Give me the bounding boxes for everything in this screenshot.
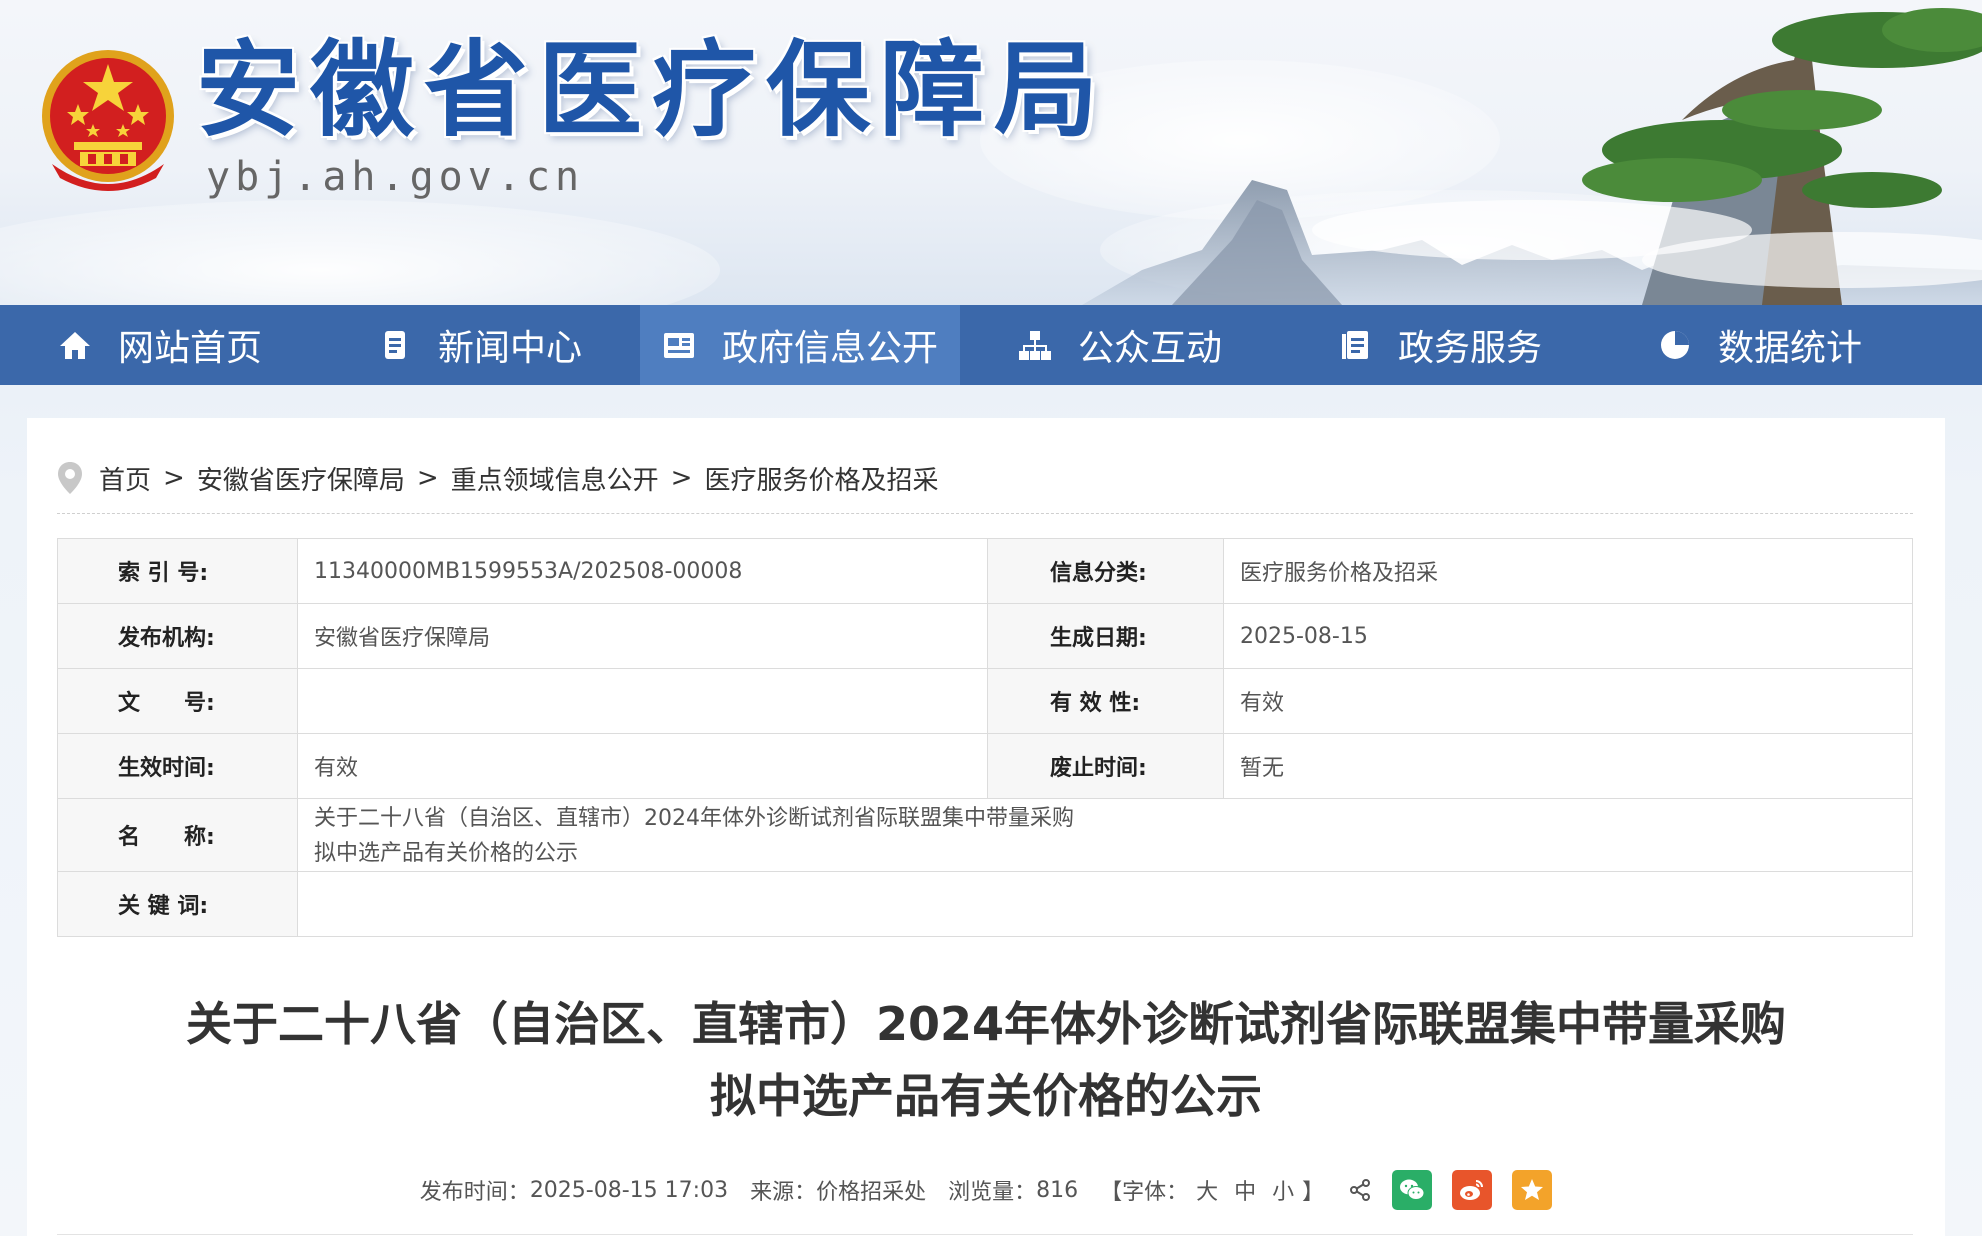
newspaper-icon (662, 328, 696, 362)
font-size-medium-button[interactable]: 中 (1234, 1174, 1256, 1206)
name-line: 关于二十八省（自治区、直辖市）2024年体外诊断试剂省际联盟集中带量采购 (314, 806, 1074, 831)
expire-label: 废止时间: (987, 733, 1224, 799)
font-size-open: 【字体： (1100, 1180, 1189, 1205)
validity-label: 有 效 性: (987, 668, 1224, 734)
nav-item-label: 政务服务 (1397, 328, 1542, 369)
nav-item-news[interactable]: 新闻中心 (320, 305, 640, 385)
breadcrumb-link-key-areas[interactable]: 重点领域信息公开 (451, 460, 659, 497)
favorite-button[interactable] (1512, 1170, 1553, 1210)
pie-chart-icon (1658, 328, 1692, 362)
wechat-icon (1400, 1179, 1425, 1200)
breadcrumb-divider (57, 513, 1913, 514)
name-line: 拟中选产品有关价格的公示 (314, 841, 579, 866)
info-row: 关 键 词: (57, 871, 1913, 937)
effective-value: 有效 (297, 733, 988, 799)
breadcrumb-link-home[interactable]: 首页 (99, 460, 151, 497)
breadcrumb-link-pricing[interactable]: 医疗服务价格及招采 (704, 460, 938, 497)
info-row: 发布机构: 安徽省医疗保障局 生成日期: 2025-08-15 (57, 603, 1913, 669)
nav-item-label: 数据统计 (1717, 328, 1862, 369)
article-title-line: 关于二十八省（自治区、直辖市）2024年体外诊断试剂省际联盟集中带量采购 (185, 997, 1787, 1051)
site-title: 安徽省医疗保障局 (196, 28, 1109, 151)
nav-item-services[interactable]: 政务服务 (1280, 305, 1600, 385)
font-size-close: 】 (1302, 1180, 1325, 1205)
nav-item-home[interactable]: 网站首页 (0, 305, 320, 385)
meta-divider (57, 1234, 1913, 1235)
name-value: 关于二十八省（自治区、直辖市）2024年体外诊断试剂省际联盟集中带量采购 拟中选… (297, 798, 1913, 872)
document-info-table: 索 引 号: 11340000MB1599553A/202508-00008 信… (57, 538, 1913, 937)
keywords-value (297, 871, 1913, 937)
breadcrumb-separator: > (670, 463, 693, 493)
nav-item-label: 网站首页 (117, 328, 262, 369)
category-value: 医疗服务价格及招采 (1223, 538, 1913, 604)
source-label: 来源： (750, 1180, 817, 1205)
nav-item-statistics[interactable]: 数据统计 (1600, 305, 1920, 385)
content-panel: 首页 > 安徽省医疗保障局 > 重点领域信息公开 > 医疗服务价格及招采 索 引… (27, 418, 1945, 1236)
clipboard-icon (1338, 328, 1372, 362)
expire-value: 暂无 (1223, 733, 1913, 799)
main-nav: 网站首页 新闻中心 政府信息公开 公众互动 政务服务 数据统计 (0, 305, 1982, 385)
views-count: 816 (1036, 1177, 1079, 1203)
index-value: 11340000MB1599553A/202508-00008 (297, 538, 988, 604)
nav-item-label: 新闻中心 (437, 328, 582, 369)
info-row: 索 引 号: 11340000MB1599553A/202508-00008 信… (57, 538, 1913, 604)
article-meta: 发布时间： 2025-08-15 17:03 来源： 价格招采处 浏览量： 81… (27, 1170, 1945, 1210)
effective-label: 生效时间: (57, 733, 298, 799)
article-title: 关于二十八省（自治区、直辖市）2024年体外诊断试剂省际联盟集中带量采购 拟中选… (27, 988, 1945, 1132)
publish-label: 发布时间： (419, 1180, 530, 1205)
info-row: 生效时间: 有效 废止时间: 暂无 (57, 733, 1913, 799)
publisher-value: 安徽省医疗保障局 (297, 603, 988, 669)
breadcrumb-link-bureau[interactable]: 安徽省医疗保障局 (197, 460, 405, 497)
font-size-small-button[interactable]: 小 (1272, 1174, 1294, 1206)
name-label: 名 称: (57, 798, 298, 872)
date-value: 2025-08-15 (1223, 603, 1913, 669)
breadcrumb: 首页 > 安徽省医疗保障局 > 重点领域信息公开 > 医疗服务价格及招采 (57, 458, 938, 498)
views-label: 浏览量： (948, 1180, 1037, 1205)
source-value: 价格招采处 (816, 1180, 927, 1205)
weibo-icon (1460, 1180, 1484, 1200)
sitemap-icon (1018, 328, 1052, 362)
publisher-label: 发布机构: (57, 603, 298, 669)
keywords-label: 关 键 词: (57, 871, 298, 937)
font-size-large-button[interactable]: 大 (1196, 1174, 1218, 1206)
breadcrumb-separator: > (163, 463, 185, 493)
favorite-icon (1521, 1179, 1544, 1200)
date-label: 生成日期: (987, 603, 1224, 669)
home-icon (58, 328, 92, 362)
national-emblem-icon (42, 50, 174, 191)
site-domain: ybj.ah.gov.cn (206, 154, 585, 200)
share-icon[interactable] (1348, 1178, 1372, 1202)
validity-value: 有效 (1223, 668, 1913, 734)
docno-value (297, 668, 988, 734)
cloud-decoration (0, 200, 720, 305)
info-row: 文 号: 有 效 性: 有效 (57, 668, 1913, 734)
info-row: 名 称: 关于二十八省（自治区、直辖市）2024年体外诊断试剂省际联盟集中带量采… (57, 798, 1913, 872)
pine-mountain-scenery (1082, 8, 1982, 305)
index-label: 索 引 号: (57, 538, 298, 604)
nav-item-label: 政府信息公开 (721, 328, 938, 369)
document-icon (378, 328, 412, 362)
site-banner: 安徽省医疗保障局 ybj.ah.gov.cn (0, 0, 1982, 305)
location-pin-icon (58, 462, 82, 494)
nav-item-gov-info[interactable]: 政府信息公开 (640, 305, 960, 385)
breadcrumb-separator: > (416, 463, 439, 493)
publish-time: 2025-08-15 17:03 (529, 1177, 729, 1203)
docno-label: 文 号: (57, 668, 298, 734)
wechat-share-button[interactable] (1392, 1170, 1433, 1210)
nav-item-interaction[interactable]: 公众互动 (960, 305, 1280, 385)
category-label: 信息分类: (987, 538, 1224, 604)
article-title-line: 拟中选产品有关价格的公示 (710, 1069, 1262, 1123)
weibo-share-button[interactable] (1452, 1170, 1493, 1210)
nav-item-label: 公众互动 (1077, 328, 1222, 369)
